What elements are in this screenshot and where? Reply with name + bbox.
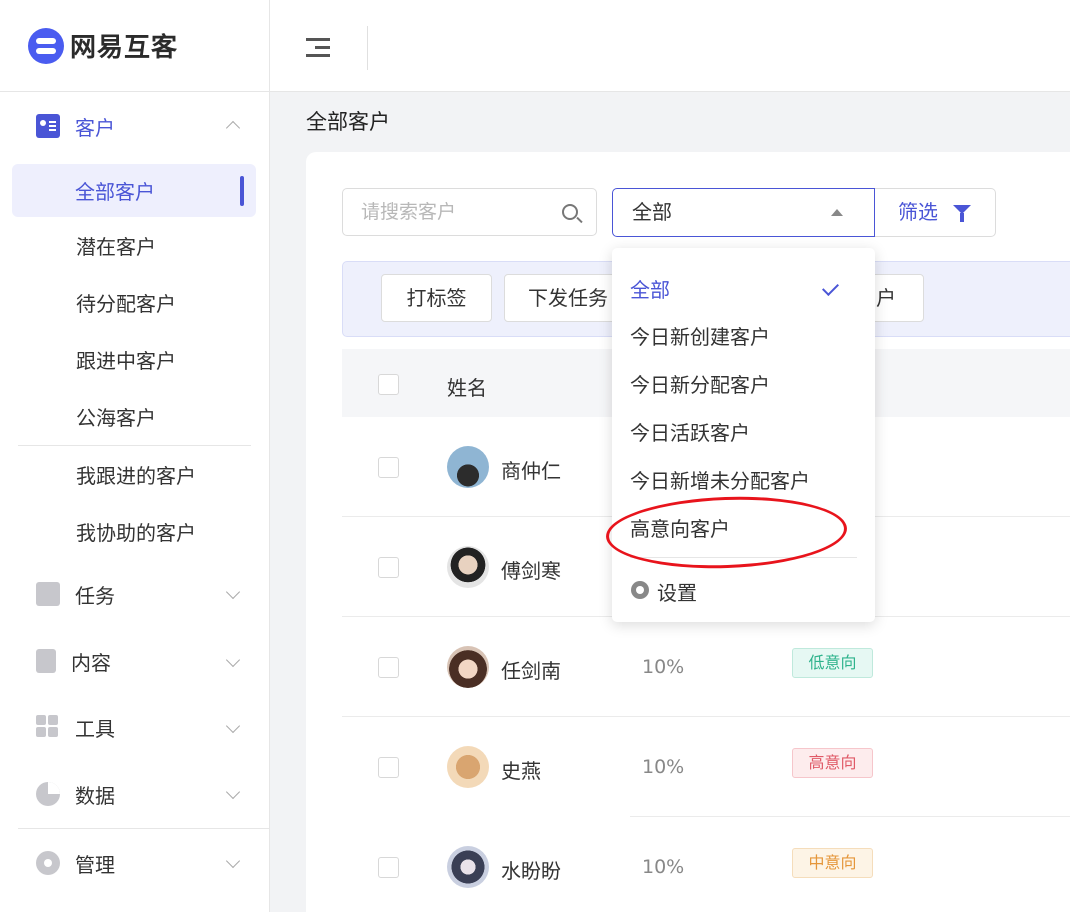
sidebar-group-tasks[interactable]: 任务 [0, 560, 269, 628]
top-bar [270, 0, 1070, 92]
filter-label: 筛选 [898, 200, 938, 224]
brand-name: 网易互客 [70, 33, 179, 63]
check-icon [822, 279, 839, 296]
dropdown-option-all[interactable]: 全部 [630, 274, 670, 303]
search-box[interactable] [342, 188, 597, 236]
sidebar-item-unassigned-customers[interactable]: 待分配客户 [0, 274, 269, 331]
customer-filter-select[interactable]: 全部 [612, 188, 875, 237]
avatar [447, 446, 489, 488]
filter-button[interactable]: 筛选 [875, 188, 996, 237]
chevron-down-icon [225, 784, 241, 800]
brand-logo[interactable]: 网易互客 [0, 0, 269, 92]
grid-icon [36, 715, 60, 739]
gear-icon [36, 851, 60, 875]
dropdown-option-today-assigned[interactable]: 今日新分配客户 [630, 369, 770, 398]
customer-name[interactable]: 任剑南 [501, 655, 561, 684]
intent-rate: 10% [642, 756, 685, 778]
assign-task-button[interactable]: 下发任务 [504, 274, 622, 322]
sidebar-group-tools[interactable]: 工具 [0, 694, 269, 760]
chevron-down-icon [225, 853, 241, 869]
sidebar-group-label: 工具 [75, 716, 115, 741]
search-input[interactable] [361, 189, 561, 235]
avatar [447, 846, 489, 888]
intent-rate: 10% [642, 656, 685, 678]
chevron-down-icon [225, 652, 241, 668]
customer-card-icon [36, 114, 60, 138]
funnel-icon [953, 205, 971, 222]
row-checkbox[interactable] [378, 557, 399, 578]
chevron-down-icon [225, 584, 241, 600]
avatar [447, 746, 489, 788]
search-icon[interactable] [562, 204, 578, 220]
row-divider [630, 816, 1070, 817]
sidebar-item-all-customers[interactable]: 全部客户 [12, 164, 256, 217]
row-divider [342, 516, 612, 517]
avatar [447, 646, 489, 688]
dropdown-option-today-active[interactable]: 今日活跃客户 [630, 417, 750, 446]
task-clipboard-icon [36, 582, 60, 606]
sidebar-item-my-assisted[interactable]: 我协助的客户 [0, 503, 269, 560]
intent-tag: 高意向 [792, 748, 873, 778]
select-value: 全部 [632, 200, 672, 224]
caret-up-icon [831, 209, 843, 216]
chevron-down-icon [225, 718, 241, 734]
topbar-divider [367, 26, 368, 70]
dropdown-option-today-created[interactable]: 今日新创建客户 [630, 321, 770, 350]
chevron-up-icon [225, 120, 241, 136]
sidebar-group-label: 数据 [75, 783, 115, 808]
sidebar: 网易互客 客户 全部客户 潜在客户 待分配客户 跟进中客户 公海客户 我跟进的客… [0, 0, 270, 912]
row-divider [875, 516, 1070, 517]
customer-name[interactable]: 商仲仁 [501, 455, 561, 484]
tag-button[interactable]: 打标签 [381, 274, 492, 322]
sidebar-group-label: 管理 [75, 852, 115, 877]
intent-tag: 低意向 [792, 648, 873, 678]
row-checkbox[interactable] [378, 457, 399, 478]
sidebar-group-label: 客户 [75, 115, 115, 140]
sidebar-group-content[interactable]: 内容 [0, 628, 269, 694]
sidebar-group-label: 内容 [71, 650, 111, 675]
brand-logo-icon [28, 27, 64, 64]
column-header-name: 姓名 [447, 376, 487, 400]
intent-rate: 10% [642, 856, 685, 878]
intent-tag: 中意向 [792, 848, 873, 878]
dropdown-option-today-unassigned[interactable]: 今日新增未分配客户 [630, 465, 810, 494]
sidebar-group-customers[interactable]: 客户 [0, 92, 269, 160]
row-checkbox[interactable] [378, 857, 399, 878]
customer-name[interactable]: 史燕 [501, 755, 541, 784]
row-checkbox[interactable] [378, 657, 399, 678]
collapse-sidebar-icon[interactable] [306, 38, 330, 58]
document-icon [36, 649, 56, 673]
pie-chart-icon [36, 782, 60, 806]
row-divider [342, 716, 1070, 717]
sidebar-group-label: 任务 [75, 583, 115, 608]
sidebar-item-public-pool[interactable]: 公海客户 [0, 388, 269, 445]
sidebar-group-manage[interactable]: 管理 [0, 829, 269, 897]
gear-icon [631, 581, 649, 599]
sidebar-item-following-customers[interactable]: 跟进中客户 [0, 331, 269, 388]
customer-name[interactable]: 水盼盼 [501, 855, 561, 884]
customer-name[interactable]: 傅剑寒 [501, 555, 561, 584]
sidebar-item-my-followed[interactable]: 我跟进的客户 [0, 446, 269, 503]
sidebar-item-potential-customers[interactable]: 潜在客户 [0, 217, 269, 274]
row-divider [875, 616, 1070, 617]
sidebar-group-data[interactable]: 数据 [0, 760, 269, 828]
row-divider [342, 616, 612, 617]
row-checkbox[interactable] [378, 757, 399, 778]
select-all-checkbox[interactable] [378, 374, 399, 395]
avatar [447, 546, 489, 588]
page-title: 全部客户 [306, 110, 390, 134]
dropdown-settings[interactable]: 设置 [657, 577, 697, 606]
